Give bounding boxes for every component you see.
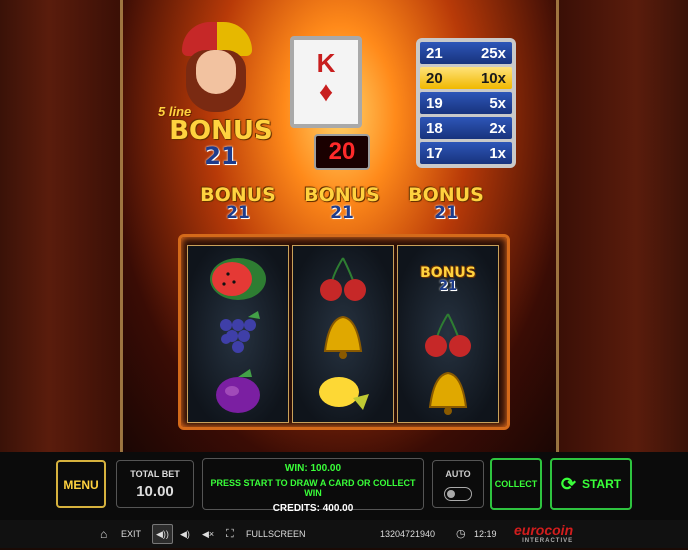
clock-icon: ◷ [456, 528, 466, 540]
paytable-multiplier: 5x [489, 94, 506, 112]
win-amount: WIN: 100.00 [284, 463, 342, 474]
fullscreen-icon[interactable]: ⛶ [226, 520, 234, 548]
right-frame-line [556, 0, 559, 520]
session-id: 13204721940 [380, 529, 436, 539]
reel-header-1: BONUS 21 [192, 186, 284, 222]
reel-header-number: 21 [434, 203, 458, 223]
card-total-counter: 20 [314, 134, 370, 170]
exit-button[interactable]: EXIT [121, 520, 141, 548]
reel-header-number: 21 [330, 203, 354, 223]
start-button[interactable]: ⟳ START [550, 458, 632, 510]
refresh-icon: ⟳ [560, 473, 576, 494]
game-logo: BONUS 21 [166, 118, 276, 168]
bell-icon [293, 306, 393, 364]
paytable-multiplier: 1x [489, 144, 506, 162]
left-frame-line [120, 0, 123, 520]
reel-header-2: BONUS 21 [296, 186, 388, 222]
total-bet-value: 10.00 [136, 483, 174, 500]
paytable-total: 18 [426, 119, 443, 137]
drawn-card: K ♦ [290, 36, 362, 128]
auto-switch[interactable] [444, 487, 472, 501]
cherries-icon [293, 250, 393, 308]
sound-low-icon[interactable]: ◀) [180, 520, 190, 548]
paytable-multiplier: 2x [489, 119, 506, 137]
cherries-icon [398, 306, 498, 364]
bonus-21-symbol: BONUS 21 [398, 250, 498, 308]
paytable-total: 17 [426, 144, 443, 162]
paytable-multiplier: 25x [480, 44, 506, 62]
clock-time: 12:19 [474, 529, 497, 539]
sound-mute-icon[interactable]: ◀× [202, 520, 214, 548]
total-bet-label: TOTAL BET [130, 469, 180, 479]
reel-2 [292, 245, 394, 423]
card-rank: K [316, 48, 336, 78]
watermelon-icon [188, 250, 288, 308]
auto-label: AUTO [445, 469, 471, 479]
fullscreen-button[interactable]: FULLSCREEN [246, 520, 306, 548]
left-wood-panel [0, 0, 122, 520]
paytable: 21 25x 20 10x 19 5x 18 2x 17 1x [416, 38, 516, 168]
card-suit-diamond-icon: ♦ [318, 76, 334, 107]
paytable-row: 21 25x [420, 42, 512, 64]
reel-3: BONUS 21 [397, 245, 499, 423]
lemon-icon [293, 362, 393, 420]
total-bet-selector[interactable]: TOTAL BET 10.00 [116, 460, 194, 508]
start-label: START [581, 477, 622, 491]
paytable-row: 19 5x [420, 92, 512, 114]
auto-switch-knob [447, 490, 455, 498]
bonus-symbol-logo: BONUS 21 [420, 266, 476, 293]
paytable-row: 17 1x [420, 142, 512, 164]
logo-number: 21 [204, 142, 238, 170]
game-prompt: PRESS START TO DRAW A CARD OR COLLECT WI… [210, 478, 416, 498]
reels-frame: BONUS 21 [178, 234, 510, 430]
right-wood-panel [558, 0, 688, 520]
bonus-symbol-number: 21 [438, 278, 458, 294]
jester-character [176, 22, 256, 112]
message-display: WIN: 100.00 PRESS START TO DRAW A CARD O… [202, 458, 424, 514]
bell-icon [398, 362, 498, 420]
brand-logo: eurocoin INTERACTIVE [514, 522, 573, 550]
paytable-total: 20 [426, 69, 443, 87]
home-icon[interactable]: ⌂ [100, 520, 107, 548]
menu-button[interactable]: MENU [56, 460, 106, 508]
paytable-total: 21 [426, 44, 443, 62]
paytable-row: 18 2x [420, 117, 512, 139]
grapes-icon [188, 306, 288, 364]
reel-header-number: 21 [226, 203, 250, 223]
plum-icon [188, 362, 288, 420]
credits-amount: CREDITS: 400.00 [272, 503, 354, 514]
paytable-row-active: 20 10x [420, 67, 512, 89]
reel-1 [187, 245, 289, 423]
auto-play-toggle[interactable]: AUTO [432, 460, 484, 508]
jester-face [196, 50, 236, 94]
reel-header-3: BONUS 21 [400, 186, 492, 222]
paytable-multiplier: 10x [480, 69, 506, 87]
sound-on-icon[interactable]: ◀)) [152, 524, 173, 544]
collect-button[interactable]: COLLECT [490, 458, 542, 510]
brand-subtitle: INTERACTIVE [522, 538, 574, 544]
paytable-total: 19 [426, 94, 443, 112]
bottom-bar: ⌂ EXIT ◀)) ◀) ◀× ⛶ FULLSCREEN 1320472194… [0, 520, 688, 548]
brand-name: eurocoin [514, 522, 574, 538]
